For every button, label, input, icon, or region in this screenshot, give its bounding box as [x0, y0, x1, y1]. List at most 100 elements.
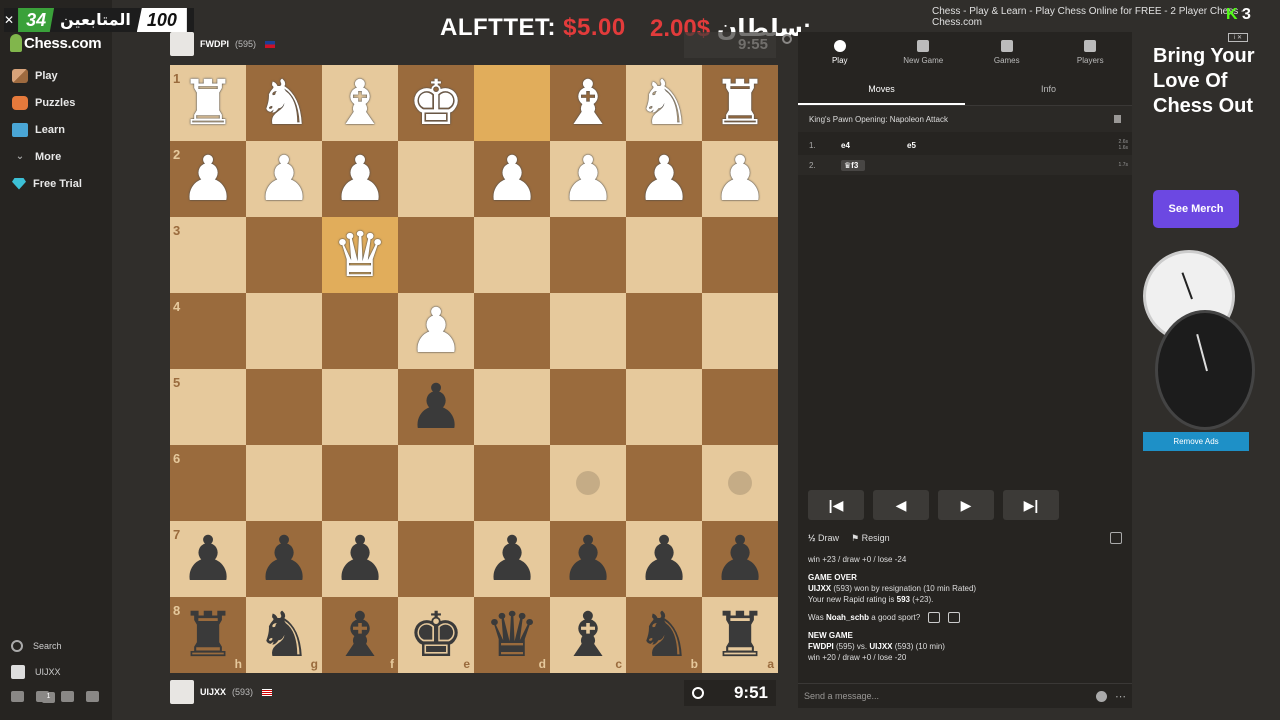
opening-name[interactable]: King's Pawn Opening: Napoleon Attack — [809, 115, 948, 124]
tab-new-game[interactable]: New Game — [882, 32, 966, 72]
board-square[interactable]: 7 ♟ — [170, 521, 246, 597]
board-square[interactable]: ♝ — [550, 65, 626, 141]
board-square[interactable]: ♟ — [246, 521, 322, 597]
sidebar-item-puzzles[interactable]: Puzzles — [0, 89, 112, 116]
black-piece[interactable]: ♞ — [636, 604, 692, 666]
board-square[interactable]: ♟ — [398, 293, 474, 369]
tab-info[interactable]: Info — [965, 72, 1132, 105]
white-move[interactable]: e4 — [841, 141, 907, 150]
white-piece[interactable]: ♝ — [332, 72, 388, 134]
board-square[interactable]: f ♝ — [322, 597, 398, 673]
white-piece[interactable]: ♞ — [636, 72, 692, 134]
move-hint-dot[interactable] — [728, 471, 752, 495]
board-square[interactable]: ♟ — [398, 369, 474, 445]
board-square[interactable] — [702, 293, 778, 369]
draw-button[interactable]: ½ Draw — [808, 533, 839, 543]
white-piece[interactable]: ♟ — [560, 148, 616, 210]
black-piece[interactable]: ♟ — [332, 528, 388, 590]
white-piece[interactable]: ♜ — [180, 72, 236, 134]
board-square[interactable] — [322, 445, 398, 521]
sidebar-user[interactable]: UIJXX — [0, 659, 112, 685]
board-square[interactable] — [474, 217, 550, 293]
board-square[interactable] — [246, 293, 322, 369]
board-square[interactable]: 5 — [170, 369, 246, 445]
board-square[interactable]: ♟ — [626, 521, 702, 597]
board-square[interactable]: g ♞ — [246, 597, 322, 673]
board-square[interactable] — [626, 217, 702, 293]
board-square[interactable] — [474, 445, 550, 521]
player-name[interactable]: UIJXX — [869, 642, 892, 651]
avatar[interactable] — [170, 680, 194, 704]
black-piece[interactable]: ♟ — [636, 528, 692, 590]
flip-board-icon[interactable] — [1110, 532, 1122, 544]
board-square[interactable]: ♟ — [702, 521, 778, 597]
white-piece[interactable]: ♛ — [332, 224, 388, 286]
sidebar-item-more[interactable]: ⌄ More — [0, 143, 112, 170]
remove-ads-button[interactable]: Remove Ads — [1143, 432, 1249, 451]
sidebar-item-learn[interactable]: Learn — [0, 116, 112, 143]
board-square[interactable]: ♟ — [322, 521, 398, 597]
board-square[interactable]: ♞ — [246, 65, 322, 141]
gear-icon[interactable] — [86, 691, 99, 702]
avatar[interactable] — [170, 32, 194, 56]
more-icon[interactable]: ⋯ — [1115, 690, 1126, 703]
black-piece[interactable]: ♟ — [180, 528, 236, 590]
board-square[interactable]: ♝ — [322, 65, 398, 141]
board-square[interactable] — [246, 217, 322, 293]
board-square[interactable] — [626, 445, 702, 521]
board-square[interactable] — [474, 65, 550, 141]
sidebar-search[interactable]: Search — [0, 633, 112, 659]
board-square[interactable]: ♟ — [322, 141, 398, 217]
first-move-button[interactable]: |◀ — [808, 490, 864, 520]
board-square[interactable]: ♚ — [398, 65, 474, 141]
tab-players[interactable]: Players — [1049, 32, 1133, 72]
white-piece[interactable]: ♞ — [256, 72, 312, 134]
board-square[interactable] — [550, 293, 626, 369]
tab-play[interactable]: Play — [798, 32, 882, 72]
resign-button[interactable]: ⚑ Resign — [851, 533, 890, 544]
last-move-button[interactable]: ▶| — [1003, 490, 1059, 520]
board-square[interactable] — [550, 369, 626, 445]
board-square[interactable] — [550, 445, 626, 521]
chess-com-logo[interactable]: Chess.com — [10, 34, 102, 52]
player-name[interactable]: FWDPI — [200, 39, 229, 49]
ad-info-icon[interactable]: i ✕ — [1228, 33, 1248, 42]
sidebar-item-free-trial[interactable]: Free Trial — [0, 170, 112, 197]
tab-games[interactable]: Games — [965, 32, 1049, 72]
white-piece[interactable]: ♝ — [560, 72, 616, 134]
board-square[interactable] — [702, 445, 778, 521]
move-hint-dot[interactable] — [576, 471, 600, 495]
board-square[interactable] — [322, 369, 398, 445]
message-input[interactable]: Send a message... — [804, 691, 879, 701]
board-square[interactable]: 4 — [170, 293, 246, 369]
board-square[interactable]: c ♝ — [550, 597, 626, 673]
board-square[interactable] — [398, 521, 474, 597]
white-piece[interactable]: ♟ — [408, 300, 464, 362]
thumbs-down-icon[interactable] — [948, 612, 961, 624]
white-piece[interactable]: ♟ — [332, 148, 388, 210]
black-piece[interactable]: ♚ — [408, 604, 464, 666]
black-piece[interactable]: ♜ — [712, 604, 768, 666]
black-move[interactable]: e5 — [907, 141, 1108, 150]
board-square[interactable]: e ♚ — [398, 597, 474, 673]
black-piece[interactable]: ♞ — [256, 604, 312, 666]
board-square[interactable]: ♜ — [702, 65, 778, 141]
board-square[interactable]: 2 ♟ — [170, 141, 246, 217]
board-square[interactable] — [474, 369, 550, 445]
black-piece[interactable]: ♟ — [484, 528, 540, 590]
see-merch-button[interactable]: See Merch — [1153, 190, 1239, 228]
board-square[interactable]: a ♜ — [702, 597, 778, 673]
thumbs-up-icon[interactable] — [928, 612, 941, 624]
friends-icon[interactable] — [11, 691, 24, 702]
board-square[interactable]: 1 ♜ — [170, 65, 246, 141]
board-square[interactable]: ♞ — [626, 65, 702, 141]
board-square[interactable] — [322, 293, 398, 369]
board-square[interactable] — [626, 369, 702, 445]
player-name[interactable]: FWDPI — [808, 642, 834, 651]
emoji-icon[interactable] — [1096, 690, 1107, 702]
board-square[interactable] — [246, 445, 322, 521]
tab-moves[interactable]: Moves — [798, 72, 965, 105]
play-button[interactable]: ▶ — [938, 490, 994, 520]
white-piece[interactable]: ♟ — [256, 148, 312, 210]
board-square[interactable] — [550, 217, 626, 293]
